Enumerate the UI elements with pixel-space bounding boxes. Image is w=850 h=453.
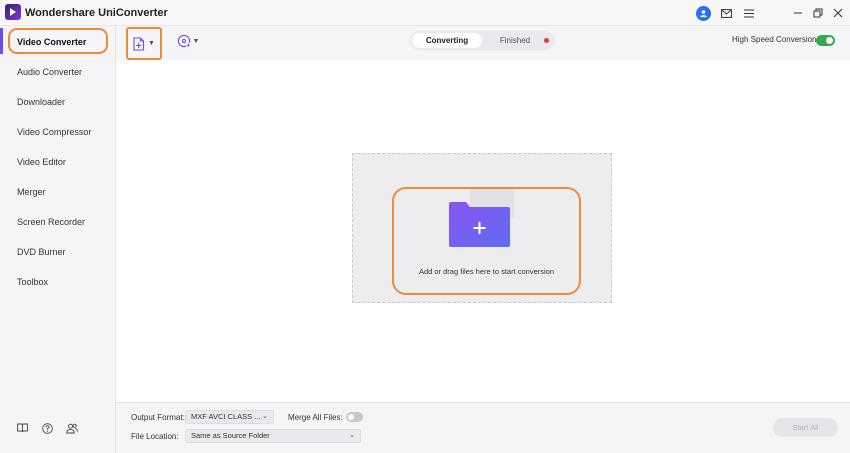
title-bar: Wondershare UniConverter	[0, 0, 850, 26]
sidebar-item-dvd-burner[interactable]: DVD Burner	[17, 245, 66, 259]
tab-finished[interactable]: Finished	[490, 33, 540, 48]
tab-converting[interactable]: Converting	[412, 33, 482, 48]
sidebar-item-merger[interactable]: Merger	[17, 185, 46, 199]
output-format-select[interactable]: MXF AVCI CLASS ... ⌄	[185, 410, 274, 424]
active-indicator	[0, 28, 3, 54]
output-format-label: Output Format:	[131, 413, 185, 422]
restore-icon[interactable]	[810, 5, 826, 21]
chevron-down-icon: ▼	[192, 37, 200, 45]
app-title: Wondershare UniConverter	[25, 7, 168, 19]
add-file-icon	[133, 36, 145, 51]
book-icon[interactable]	[17, 423, 29, 435]
community-icon[interactable]	[66, 423, 78, 435]
minimize-icon[interactable]	[790, 5, 806, 21]
notification-dot	[544, 38, 549, 43]
sidebar-item-video-converter[interactable]: Video Converter	[17, 35, 86, 49]
sidebar-item-video-editor[interactable]: Video Editor	[17, 155, 66, 169]
status-tabs: Converting Finished	[410, 31, 555, 50]
sidebar-item-screen-recorder[interactable]: Screen Recorder	[17, 215, 85, 229]
high-speed-conversion-label: High Speed Conversion	[732, 35, 817, 44]
help-icon[interactable]	[42, 423, 54, 435]
file-location-select[interactable]: Same as Source Folder ⌄	[185, 429, 361, 443]
chevron-down-icon: ▼	[148, 40, 155, 47]
disc-add-icon	[177, 34, 191, 48]
menu-icon[interactable]	[741, 5, 757, 21]
chevron-down-icon: ⌄	[349, 432, 355, 439]
merge-all-files-label: Merge All Files:	[288, 413, 343, 422]
file-location-value: Same as Source Folder	[191, 431, 270, 440]
output-format-value: MXF AVCI CLASS ...	[191, 412, 261, 421]
sidebar-item-toolbox[interactable]: Toolbox	[17, 275, 48, 289]
start-all-button[interactable]: Start All	[773, 418, 838, 437]
high-speed-conversion-toggle[interactable]	[816, 35, 835, 46]
mail-icon[interactable]	[718, 5, 734, 21]
sidebar	[0, 26, 116, 453]
account-icon[interactable]	[695, 5, 711, 21]
add-folder-icon[interactable]	[448, 188, 516, 250]
close-icon[interactable]	[830, 5, 846, 21]
sidebar-item-downloader[interactable]: Downloader	[17, 95, 65, 109]
sidebar-item-video-compressor[interactable]: Video Compressor	[17, 125, 91, 139]
sidebar-item-audio-converter[interactable]: Audio Converter	[17, 65, 82, 79]
file-location-label: File Location:	[131, 432, 179, 441]
app-logo-icon	[5, 4, 21, 20]
drop-hint-text: Add or drag files here to start conversi…	[418, 267, 555, 276]
chevron-down-icon: ⌄	[262, 413, 268, 420]
merge-all-files-toggle[interactable]	[346, 412, 363, 422]
load-dvd-button[interactable]: ▼	[174, 32, 202, 50]
add-files-button[interactable]: ▼	[126, 27, 162, 60]
